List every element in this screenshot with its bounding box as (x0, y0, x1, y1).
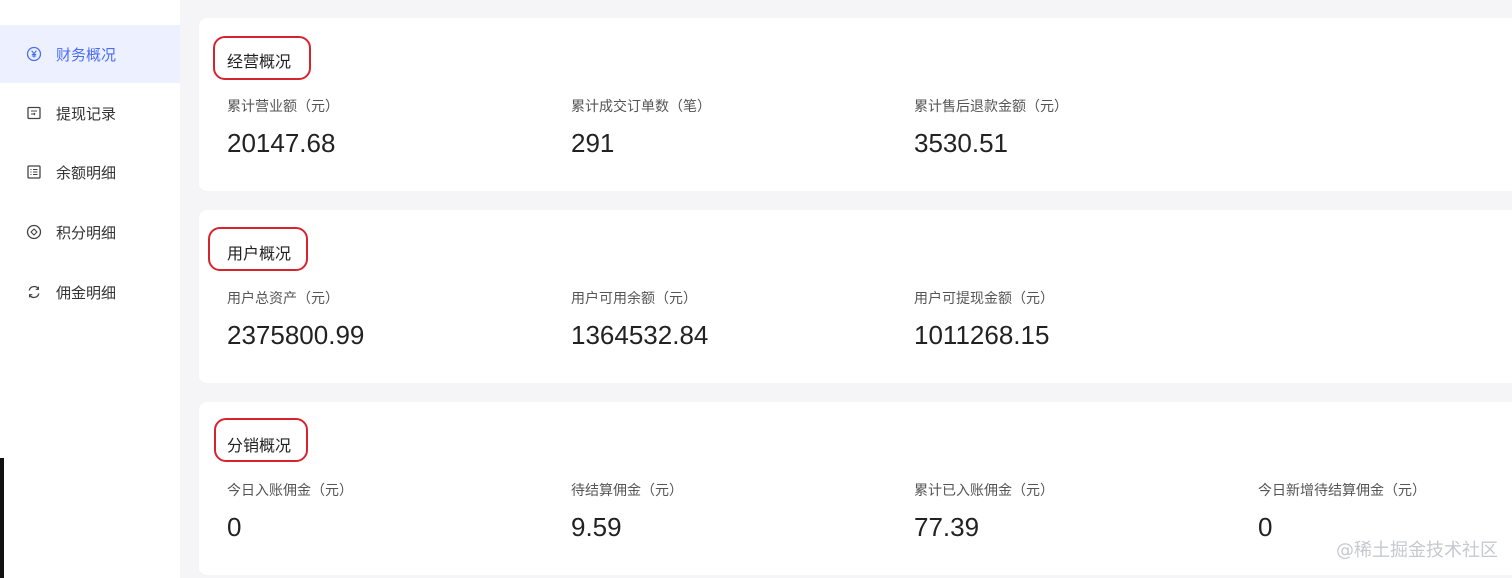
stat-label: 用户可用余额（元） (571, 291, 697, 307)
business-overview-card: 经营概况 累计营业额（元） 20147.68 累计成交订单数（笔） 291 累计… (199, 18, 1512, 191)
stat-value: 3530.51 (914, 128, 1008, 158)
withdraw-record-icon (26, 105, 42, 121)
stat-today-new-pending-commission: 今日新增待结算佣金（元） 0 (1258, 480, 1426, 543)
sidebar-item-label: 余额明细 (56, 163, 117, 182)
sidebar-item-label: 提现记录 (56, 104, 117, 123)
sidebar-item-withdraw-records[interactable]: 提现记录 (0, 84, 180, 142)
stat-label: 待结算佣金（元） (571, 483, 683, 499)
stat-value: 20147.68 (227, 128, 336, 158)
sidebar-item-label: 积分明细 (56, 223, 117, 242)
stat-pending-commission: 待结算佣金（元） 9.59 (571, 480, 683, 543)
stat-label: 今日新增待结算佣金（元） (1258, 483, 1426, 499)
stat-today-commission: 今日入账佣金（元） 0 (227, 480, 353, 543)
stat-total-credited-commission: 累计已入账佣金（元） 77.39 (914, 480, 1054, 543)
section-title: 分销概况 (227, 436, 292, 455)
stat-label: 今日入账佣金（元） (227, 483, 353, 499)
stat-value: 291 (571, 128, 615, 158)
sidebar-item-balance-details[interactable]: 余额明细 (0, 143, 180, 201)
points-target-icon (26, 224, 42, 240)
section-title: 经营概况 (227, 52, 292, 71)
sidebar-item-finance-overview[interactable]: 财务概况 (0, 25, 180, 83)
user-overview-card: 用户概况 用户总资产（元） 2375800.99 用户可用余额（元） 13645… (199, 210, 1512, 383)
stat-total-revenue: 累计营业额（元） 20147.68 (227, 96, 339, 159)
stat-value: 0 (227, 512, 242, 542)
watermark: @稀土掘金技术社区 (1336, 540, 1498, 561)
stat-user-withdrawable-amount: 用户可提现金额（元） 1011268.15 (914, 288, 1054, 351)
commission-cycle-icon (26, 284, 42, 300)
section-title: 用户概况 (227, 244, 292, 263)
stat-label: 累计已入账佣金（元） (914, 483, 1054, 499)
distribution-overview-card: 分销概况 今日入账佣金（元） 0 待结算佣金（元） 9.59 累计已入账佣金（元… (199, 402, 1512, 575)
stat-label: 用户可提现金额（元） (914, 291, 1054, 307)
sidebar-item-label: 财务概况 (56, 45, 117, 64)
sidebar: 财务概况 提现记录 余额明细 积分明细 佣金明细 (0, 0, 180, 578)
stat-value: 1364532.84 (571, 320, 709, 350)
sidebar-item-points-details[interactable]: 积分明细 (0, 203, 180, 261)
stat-value: 9.59 (571, 512, 622, 542)
stat-label: 用户总资产（元） (227, 291, 339, 307)
stat-value: 2375800.99 (227, 320, 365, 350)
stat-total-refunds: 累计售后退款金额（元） 3530.51 (914, 96, 1068, 159)
sidebar-item-label: 佣金明细 (56, 283, 117, 302)
stat-total-orders: 累计成交订单数（笔） 291 (571, 96, 711, 159)
stat-label: 累计成交订单数（笔） (571, 99, 711, 115)
yen-circle-icon (26, 46, 42, 62)
sidebar-item-commission-details[interactable]: 佣金明细 (0, 263, 180, 321)
stat-label: 累计营业额（元） (227, 99, 339, 115)
stat-user-total-assets: 用户总资产（元） 2375800.99 (227, 288, 364, 351)
stat-user-available-balance: 用户可用余额（元） 1364532.84 (571, 288, 708, 351)
stat-label: 累计售后退款金额（元） (914, 99, 1068, 115)
stat-value: 1011268.15 (914, 320, 1050, 350)
window-edge (0, 458, 4, 578)
list-detail-icon (26, 164, 42, 180)
stat-value: 77.39 (914, 512, 980, 542)
